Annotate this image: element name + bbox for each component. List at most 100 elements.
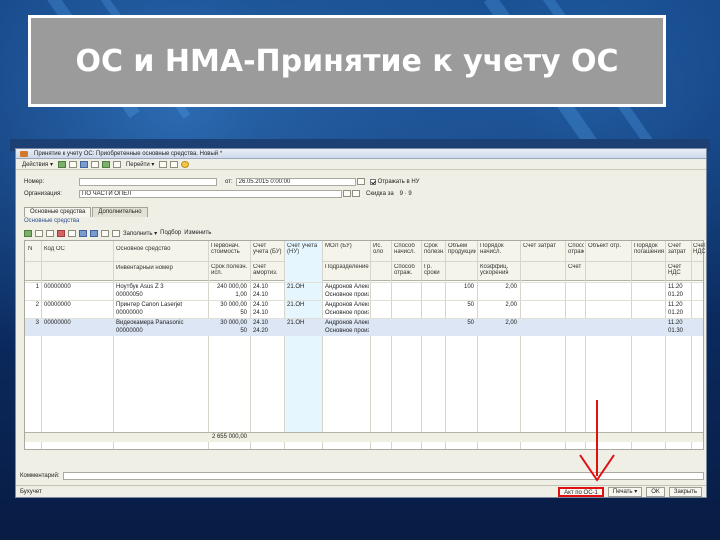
row-life: 50: [240, 310, 247, 316]
comment-field[interactable]: [63, 472, 704, 480]
add-icon[interactable]: [24, 229, 32, 237]
header-use: Ис. оло: [373, 243, 384, 255]
header-name: Основное средство: [116, 246, 171, 252]
up-icon[interactable]: [79, 229, 87, 237]
table-icon[interactable]: [170, 160, 179, 168]
header-cost-account: Счет затрат: [523, 243, 556, 249]
row-inv: 00000050: [116, 292, 143, 298]
header-order: Порядок начисл.: [480, 243, 504, 255]
account-check-label: Отражать в НУ: [377, 178, 420, 185]
print-os1-button[interactable]: Акт по ОС-1: [558, 487, 604, 497]
header-depr-acc: Счет амортиз.: [253, 264, 278, 276]
fixed-assets-table: N Код ОС Основное средство Первонач. сто…: [24, 240, 705, 450]
select-icon[interactable]: [343, 190, 351, 197]
row-vat-acc: 01.20: [668, 292, 684, 298]
list-icon[interactable]: [112, 160, 121, 168]
col-divider: [113, 241, 114, 449]
col-divider: [208, 241, 209, 449]
table-row[interactable]: 1 00000000 Ноутбук Asus Z 3 240 000,00 2…: [25, 282, 703, 291]
header-reflect2: Способ отраж.: [394, 264, 415, 276]
header-reflect: Способ отражения: [568, 243, 584, 255]
refresh-icon[interactable]: [101, 160, 110, 168]
window-title: Принятие к учету ОС: Приобретенные основ…: [34, 151, 223, 157]
header-volume: Объем продукции: [448, 243, 476, 255]
row-life: 1,00: [235, 292, 247, 298]
go-menu[interactable]: Перейти ▾: [124, 161, 156, 168]
down-icon[interactable]: [90, 229, 98, 237]
report-icon[interactable]: [159, 160, 168, 168]
table-header-subline: [25, 261, 703, 262]
table-row-sub[interactable]: 00000000 50 24.10 Основное произ 01.20: [25, 309, 703, 318]
col-divider: [691, 241, 692, 449]
header-acc-nu: Счет учета (НУ): [287, 243, 318, 255]
header-group: Гр. сроки: [424, 264, 440, 276]
row-inv: 00000000: [116, 310, 143, 316]
col-divider: [284, 241, 285, 449]
fill-menu[interactable]: Заполнить ▾: [123, 230, 157, 237]
date-prefix-label: от:: [225, 178, 233, 185]
sort-asc-icon[interactable]: [101, 229, 109, 237]
slide-title-box: ОС и НМА-Принятие к учету ОС: [28, 15, 666, 107]
sort-desc-icon[interactable]: [112, 229, 120, 237]
table-row-sub[interactable]: 00000000 50 24.20 Основное произ 01.30: [25, 327, 703, 336]
nu-column-highlight: [284, 241, 322, 432]
actions-menu[interactable]: Действия ▾: [20, 161, 55, 168]
header-acc3: Счет: [568, 264, 582, 270]
copy-row-icon[interactable]: [35, 229, 43, 237]
tab-additional[interactable]: Дополнительно: [92, 207, 148, 217]
header-code: Код ОС: [44, 246, 65, 252]
table-row[interactable]: 2 00000000 Принтер Canon Laserjet 30 000…: [25, 300, 703, 309]
col-divider: [250, 241, 251, 449]
col-divider: [665, 241, 666, 449]
clear-icon[interactable]: [352, 190, 360, 197]
comment-row: Комментарий:: [20, 471, 704, 481]
header-mol: МОЛ (БУ): [325, 243, 352, 249]
col-divider: [421, 241, 422, 449]
header-vat: Счет НДС: [693, 243, 705, 255]
ok-button[interactable]: OK: [646, 487, 665, 497]
comment-label: Комментарий:: [20, 473, 60, 479]
table-totals-row: 2 655 000,00: [25, 432, 703, 442]
table-row-sub[interactable]: 00000050 1,00 24.10 Основное произ 01.20: [25, 291, 703, 300]
header-method: Способ начисл.: [394, 243, 416, 255]
print-button[interactable]: Печать ▾: [607, 487, 643, 497]
row-inv: 00000000: [116, 328, 143, 334]
account-check[interactable]: Отражать в НУ: [369, 178, 420, 185]
table-row-selected[interactable]: 3 00000000 Видеокамера Panasonic 30 000,…: [25, 318, 703, 327]
save-icon[interactable]: [79, 160, 88, 168]
header-cost: Первонач. стоимость: [211, 243, 240, 255]
tab-strip: Основные средства Дополнительно: [24, 207, 148, 217]
number-row: Номер: от: 26.05.2015 0:00:00 Отражать в…: [24, 177, 419, 186]
end-edit-icon[interactable]: [68, 229, 76, 237]
header-inv: Инвентарный номер: [116, 265, 173, 271]
close-button[interactable]: Закрыть: [668, 487, 702, 497]
edit-icon[interactable]: [46, 229, 54, 237]
post-icon[interactable]: [57, 160, 66, 168]
col-divider: [631, 241, 632, 449]
change-button[interactable]: Изменить: [184, 230, 211, 236]
date-field[interactable]: 26.05.2015 0:00:00: [235, 177, 356, 186]
org-field[interactable]: ПО ЧАСТИ ОПЕЛ: [79, 189, 342, 198]
col-divider: [322, 241, 323, 449]
section-label: Основные средства: [24, 218, 80, 224]
copy-icon[interactable]: [90, 160, 99, 168]
document-window: Принятие к учету ОС: Приобретенные основ…: [15, 148, 707, 498]
account-checkbox[interactable]: [369, 178, 376, 185]
calendar-icon[interactable]: [356, 178, 365, 185]
window-titlebar: Принятие к учету ОС: Приобретенные основ…: [16, 149, 706, 159]
col-divider: [41, 241, 42, 449]
document-icon[interactable]: [68, 160, 77, 168]
delete-icon[interactable]: [57, 229, 65, 237]
tab-fixed-assets[interactable]: Основные средства: [24, 207, 92, 217]
col-divider: [370, 241, 371, 449]
select-button[interactable]: Подбор: [160, 230, 181, 236]
row-dept: Основное произ: [325, 310, 369, 316]
col-divider: [391, 241, 392, 449]
amount-value: 9 · 9: [399, 190, 412, 197]
header-coef: Коэффиц. ускорения: [480, 264, 509, 276]
col-divider: [520, 241, 521, 449]
header-life2: Срок полезн. исп.: [211, 264, 248, 276]
help-icon[interactable]: [181, 160, 190, 168]
number-field[interactable]: [79, 177, 217, 186]
org-label: Организация:: [24, 190, 62, 197]
